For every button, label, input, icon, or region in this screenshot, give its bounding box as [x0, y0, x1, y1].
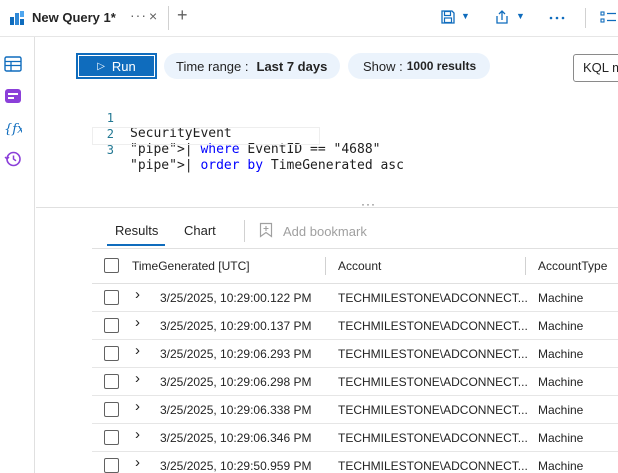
- more-icon[interactable]: [548, 7, 566, 27]
- functions-icon[interactable]: {fx}: [4, 119, 22, 137]
- tab-close-icon[interactable]: ×: [149, 8, 157, 24]
- run-button[interactable]: ▷ Run: [76, 53, 157, 79]
- column-header[interactable]: TimeGenerated [UTC]: [132, 259, 250, 273]
- toolbar-divider: [585, 8, 586, 28]
- expand-row-icon[interactable]: ›: [135, 454, 140, 471]
- editor-results-splitter[interactable]: [36, 207, 618, 208]
- expand-row-icon[interactable]: ›: [135, 398, 140, 415]
- current-line-highlight: [92, 127, 320, 145]
- save-icon[interactable]: [440, 7, 456, 27]
- table-cell: TECHMILESTONE\ADCONNECT...: [338, 431, 528, 445]
- table-cell: TECHMILESTONE\ADCONNECT...: [338, 459, 528, 473]
- table-row[interactable]: › 3/25/2025, 10:29:50.959 PM TECHMILESTONE…: [92, 451, 618, 473]
- result-limit-picker[interactable]: Show : 1000 results: [348, 53, 490, 79]
- table-cell: TECHMILESTONE\ADCONNECT...: [338, 291, 528, 305]
- tab-results[interactable]: Results: [115, 223, 158, 238]
- row-checkbox[interactable]: [104, 346, 119, 361]
- column-resizer[interactable]: [325, 257, 326, 275]
- table-cell: Machine: [538, 431, 584, 445]
- expand-row-icon[interactable]: ›: [135, 286, 140, 303]
- table-cell: 3/25/2025, 10:29:06.298 PM: [160, 375, 312, 389]
- queries-icon[interactable]: [4, 87, 22, 105]
- table-row[interactable]: › 3/25/2025, 10:29:06.293 PM TECHMILESTONE…: [92, 339, 618, 368]
- bookmark-icon: [259, 222, 273, 238]
- show-label: Show :: [363, 58, 403, 74]
- select-all-checkbox[interactable]: [104, 258, 119, 273]
- table-cell: Machine: [538, 319, 584, 333]
- tab-bar: New Query 1* ··· × + ▼ ▼: [0, 0, 618, 37]
- table-cell: TECHMILESTONE\ADCONNECT...: [338, 403, 528, 417]
- add-tab-icon[interactable]: +: [177, 5, 188, 26]
- row-checkbox[interactable]: [104, 290, 119, 305]
- active-tab-indicator: [107, 244, 165, 246]
- row-checkbox[interactable]: [104, 318, 119, 333]
- table-cell: 3/25/2025, 10:29:06.338 PM: [160, 403, 312, 417]
- column-header[interactable]: Account: [338, 259, 381, 273]
- code-line: 1 SecurityEvent: [36, 96, 232, 141]
- tables-icon[interactable]: [4, 55, 22, 73]
- code-line: 2 "pipe">| where EventID == "4688": [36, 112, 381, 157]
- table-cell: Machine: [538, 291, 584, 305]
- table-row[interactable]: › 3/25/2025, 10:29:06.298 PM TECHMILESTONE…: [92, 367, 618, 396]
- svg-text:{fx}: {fx}: [4, 122, 22, 137]
- table-cell: 3/25/2025, 10:29:00.122 PM: [160, 291, 312, 305]
- add-bookmark-button[interactable]: Add bookmark: [283, 224, 367, 239]
- tab-title: New Query 1*: [32, 10, 116, 25]
- results-grid: TimeGenerated [UTC] Account AccountType …: [92, 248, 618, 473]
- tab-more-icon[interactable]: ···: [130, 7, 147, 23]
- row-checkbox[interactable]: [104, 374, 119, 389]
- share-icon[interactable]: [494, 7, 510, 27]
- time-range-value: Last 7 days: [256, 58, 328, 74]
- left-rail: {fx}: [0, 37, 35, 473]
- grid-header: TimeGenerated [UTC] Account AccountType: [92, 248, 618, 284]
- query-toolbar: ▷ Run Time range : Last 7 days Show : 10…: [36, 44, 618, 90]
- expand-row-icon[interactable]: ›: [135, 370, 140, 387]
- history-icon[interactable]: [4, 150, 22, 168]
- row-checkbox[interactable]: [104, 402, 119, 417]
- table-cell: 3/25/2025, 10:29:00.137 PM: [160, 319, 312, 333]
- table-cell: 3/25/2025, 10:29:50.959 PM: [160, 459, 312, 473]
- play-icon: ▷: [97, 60, 105, 72]
- table-cell: 3/25/2025, 10:29:06.346 PM: [160, 431, 312, 445]
- row-checkbox[interactable]: [104, 458, 119, 473]
- time-range-label: Time range :: [176, 58, 249, 74]
- code-text: "pipe">| order by TimeGenerated asc: [130, 158, 404, 173]
- save-chevron-down-icon[interactable]: ▼: [461, 11, 470, 21]
- table-row[interactable]: › 3/25/2025, 10:29:00.122 PM TECHMILESTONE…: [92, 283, 618, 312]
- column-resizer[interactable]: [525, 257, 526, 275]
- results-tabs: Results Chart Add bookmark: [92, 216, 618, 246]
- row-checkbox[interactable]: [104, 430, 119, 445]
- query-tab-icon: [10, 11, 24, 25]
- time-range-picker[interactable]: Time range : Last 7 days: [164, 53, 340, 79]
- table-cell: Machine: [538, 375, 584, 389]
- table-cell: Machine: [538, 347, 584, 361]
- query-tab[interactable]: New Query 1* ··· ×: [0, 0, 168, 36]
- expand-row-icon[interactable]: ›: [135, 314, 140, 331]
- expand-row-icon[interactable]: ›: [135, 426, 140, 443]
- kql-mode-dropdown[interactable]: KQL mode: [573, 54, 618, 82]
- column-header[interactable]: AccountType: [538, 259, 607, 273]
- code-line: 3 "pipe">| order by TimeGenerated asc: [36, 128, 404, 173]
- show-value: 1000 results: [406, 59, 477, 73]
- line-number: 1: [106, 111, 114, 125]
- table-cell: TECHMILESTONE\ADCONNECT...: [338, 375, 528, 389]
- table-row[interactable]: › 3/25/2025, 10:29:06.346 PM TECHMILESTONE…: [92, 423, 618, 452]
- query-editor[interactable]: 1 SecurityEvent 2 "pipe">| where EventID…: [36, 94, 618, 206]
- tab-divider: [168, 6, 169, 30]
- table-row[interactable]: › 3/25/2025, 10:29:06.338 PM TECHMILESTONE…: [92, 395, 618, 424]
- table-cell: 3/25/2025, 10:29:06.293 PM: [160, 347, 312, 361]
- share-chevron-down-icon[interactable]: ▼: [516, 11, 525, 21]
- table-cell: TECHMILESTONE\ADCONNECT...: [338, 319, 528, 333]
- table-row[interactable]: › 3/25/2025, 10:29:00.137 PM TECHMILESTONE…: [92, 311, 618, 340]
- table-cell: TECHMILESTONE\ADCONNECT...: [338, 347, 528, 361]
- splitter-handle-icon[interactable]: ···: [361, 197, 376, 211]
- list-icon[interactable]: [600, 7, 616, 27]
- table-cell: Machine: [538, 459, 584, 473]
- table-cell: Machine: [538, 403, 584, 417]
- results-tab-divider: [244, 220, 245, 242]
- expand-row-icon[interactable]: ›: [135, 342, 140, 359]
- line-number: 3: [106, 143, 114, 157]
- tab-chart[interactable]: Chart: [184, 223, 216, 238]
- run-button-label: Run: [111, 58, 136, 74]
